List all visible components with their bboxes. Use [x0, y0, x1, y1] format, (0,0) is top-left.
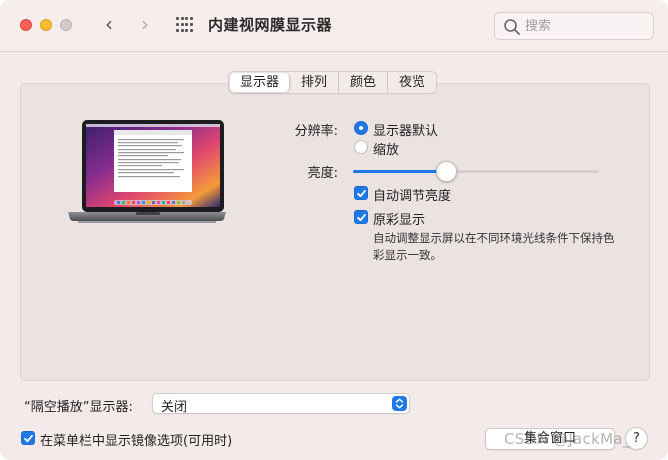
resolution-label: 分辨率:: [294, 124, 338, 139]
search-field[interactable]: [494, 12, 654, 40]
brightness-slider-knob[interactable]: [436, 161, 457, 182]
chevron-updown-icon: [392, 396, 407, 411]
minimize-window-button[interactable]: [40, 19, 52, 31]
resolution-scaled-radio[interactable]: [354, 140, 368, 154]
auto-brightness-checkbox[interactable]: [354, 186, 368, 200]
true-tone-label[interactable]: 原彩显示: [373, 209, 425, 228]
tab-bar: 显示器 排列 颜色 夜览: [228, 71, 438, 94]
resolution-scaled-label[interactable]: 缩放: [373, 139, 399, 158]
airplay-display-select[interactable]: 关闭: [152, 393, 410, 415]
zoom-window-button[interactable]: [60, 19, 72, 31]
resolution-default-radio[interactable]: [354, 121, 368, 135]
titlebar: ‹ › 内建视网膜显示器: [0, 0, 668, 52]
tab-night-shift[interactable]: 夜览: [388, 72, 436, 93]
show-all-grid-icon[interactable]: [176, 17, 193, 34]
brightness-slider-fill: [353, 170, 446, 173]
auto-brightness-label[interactable]: 自动调节亮度: [373, 185, 451, 204]
brightness-slider[interactable]: [353, 161, 599, 182]
chevron-left-icon[interactable]: ‹: [98, 14, 120, 36]
chevron-right-icon[interactable]: ›: [134, 14, 156, 36]
tab-arrangement[interactable]: 排列: [290, 72, 340, 93]
airplay-display-label: “隔空播放”显示器:: [24, 400, 133, 415]
window-title: 内建视网膜显示器: [208, 16, 333, 34]
menu-bar-mirroring-checkbox[interactable]: [21, 431, 35, 445]
macbook-illustration: [68, 120, 226, 223]
search-input[interactable]: [525, 16, 645, 36]
brightness-label: 亮度:: [307, 166, 338, 181]
preferences-window: ‹ › 内建视网膜显示器 显示器 排列 颜色 夜览: [0, 0, 668, 460]
tab-display[interactable]: 显示器: [230, 73, 291, 92]
tab-color[interactable]: 颜色: [339, 72, 389, 93]
menu-bar-mirroring-label[interactable]: 在菜单栏中显示镜像选项(可用时): [40, 430, 232, 449]
resolution-default-label[interactable]: 显示器默认: [373, 120, 438, 139]
true-tone-description: 自动调整显示屏以在不同环境光线条件下保持色彩显示一致。: [373, 231, 615, 262]
search-icon: [504, 19, 520, 35]
true-tone-checkbox[interactable]: [354, 210, 368, 224]
close-window-button[interactable]: [20, 19, 32, 31]
airplay-display-value: 关闭: [161, 400, 188, 415]
watermark: CSDN @JackMa_: [504, 430, 631, 448]
